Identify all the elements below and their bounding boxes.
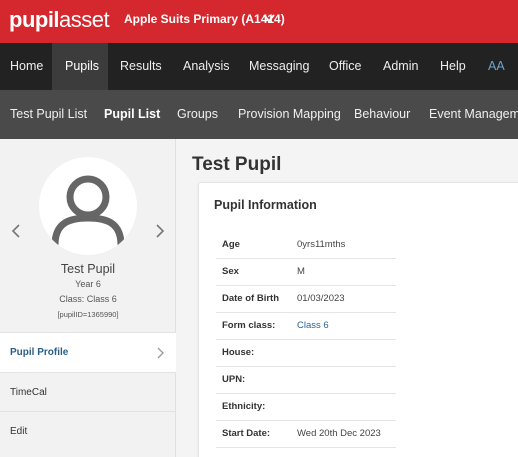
avatar (39, 157, 137, 255)
subnav-groups[interactable]: Groups (177, 90, 218, 139)
field-value (291, 339, 396, 367)
card-heading: Pupil Information (214, 198, 317, 212)
nav-pupils[interactable]: Pupils (52, 43, 108, 90)
chevron-down-icon[interactable] (262, 11, 276, 25)
chevron-left-icon[interactable] (10, 223, 22, 239)
table-row: Start Date: Wed 20th Dec 2023 (216, 420, 396, 448)
table-row: Date of Birth 01/03/2023 (216, 285, 396, 313)
menu-item-label: Edit (10, 426, 28, 437)
subnav-test-pupil-list[interactable]: Test Pupil List (10, 90, 87, 139)
field-label: Age (216, 231, 291, 259)
field-value (291, 393, 396, 421)
field-label: UPN: (216, 366, 291, 394)
pupil-year: Year 6 (75, 279, 101, 289)
nav-admin[interactable]: Admin (383, 43, 418, 90)
chevron-right-icon (157, 347, 164, 359)
pupilasset-logo[interactable]: pupilasset (9, 7, 110, 33)
pupil-class: Class: Class 6 (59, 294, 117, 304)
field-value: 0yrs11mths (291, 231, 396, 259)
page-title: Test Pupil (192, 154, 282, 175)
field-value: M (291, 258, 396, 286)
logo-text-asset: asset (59, 7, 110, 32)
nav-results[interactable]: Results (120, 43, 162, 90)
field-label: House: (216, 339, 291, 367)
table-row: House: (216, 339, 396, 367)
subnav-behaviour[interactable]: Behaviour (354, 90, 410, 139)
table-row: Age 0yrs11mths (216, 231, 396, 259)
field-label: Form class: (216, 312, 291, 340)
nav-help[interactable]: Help (440, 43, 466, 90)
table-row: Ethnicity: (216, 393, 396, 421)
pupil-sidebar: Test Pupil Year 6 Class: Class 6 [pupilI… (0, 139, 176, 457)
user-silhouette-icon (51, 175, 125, 246)
nav-analysis[interactable]: Analysis (183, 43, 230, 90)
field-label: Ethnicity: (216, 393, 291, 421)
pupil-id: [pupilID=1365990] (57, 310, 119, 319)
field-label: Sex (216, 258, 291, 286)
main-content: Test Pupil Pupil Information Age 0yrs11mt… (176, 139, 518, 457)
chevron-right-icon[interactable] (154, 223, 166, 239)
pupil-menu: Pupil Profile TimeCal Edit (0, 332, 176, 450)
sub-nav: Test Pupil List Pupil List Groups Provis… (0, 90, 518, 139)
pupil-information-table: Age 0yrs11mths Sex M Date of Birth 01/03/20… (216, 231, 396, 448)
subnav-event-management[interactable]: Event Managemen (429, 90, 518, 139)
table-row: UPN: (216, 366, 396, 394)
field-value: 01/03/2023 (291, 285, 396, 313)
field-value: Wed 20th Dec 2023 (291, 420, 396, 448)
subnav-provision-mapping[interactable]: Provision Mapping (238, 90, 341, 139)
field-label: Start Date: (216, 420, 291, 448)
menu-item-pupil-profile[interactable]: Pupil Profile (0, 332, 176, 372)
field-label: Date of Birth (216, 285, 291, 313)
nav-office[interactable]: Office (329, 43, 361, 90)
menu-item-label: TimeCal (10, 387, 47, 398)
pupil-information-card: Pupil Information Age 0yrs11mths Sex M Dat… (198, 182, 518, 457)
top-bar: pupilasset Apple Suits Primary (A1414) (0, 0, 518, 43)
menu-item-label: Pupil Profile (10, 347, 69, 358)
form-class-link[interactable]: Class 6 (291, 312, 396, 340)
nav-messaging[interactable]: Messaging (249, 43, 309, 90)
user-initials-button[interactable]: AA (488, 43, 505, 90)
main-nav: Home Pupils Results Analysis Messaging O… (0, 43, 518, 90)
nav-home[interactable]: Home (0, 43, 52, 90)
pupil-name: Test Pupil (60, 262, 116, 276)
menu-item-timecal[interactable]: TimeCal (0, 372, 176, 411)
logo-text-pupil: pupil (9, 7, 60, 32)
school-selector-label[interactable]: Apple Suits Primary (A1414) (124, 12, 285, 26)
table-row: Sex M (216, 258, 396, 286)
table-row: Form class: Class 6 (216, 312, 396, 340)
subnav-pupil-list[interactable]: Pupil List (104, 90, 160, 139)
field-value (291, 366, 396, 394)
menu-item-edit[interactable]: Edit (0, 411, 176, 450)
